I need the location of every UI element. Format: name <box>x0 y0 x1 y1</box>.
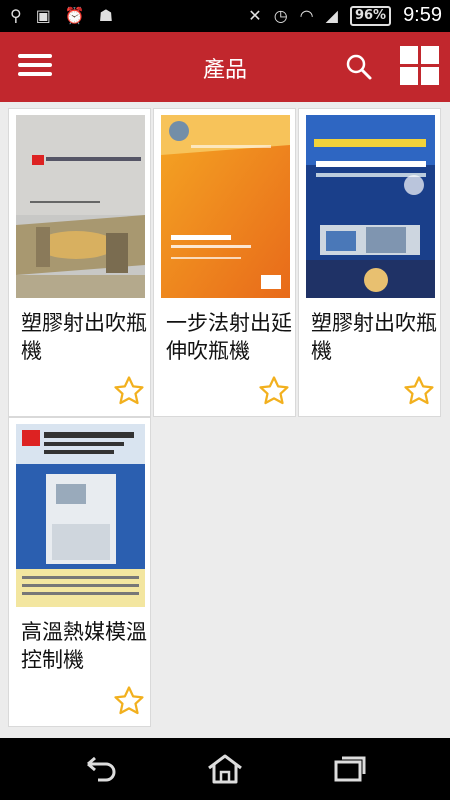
app-bar: 產品 <box>0 32 450 102</box>
system-nav-bar <box>0 738 450 800</box>
home-icon[interactable] <box>205 752 245 786</box>
alarm-icon: ⏰ <box>64 6 85 25</box>
image-icon: ▣ <box>35 6 51 25</box>
favorite-star-icon[interactable] <box>112 374 146 408</box>
usb-icon: ⚲ <box>10 6 22 25</box>
product-image <box>161 115 290 298</box>
battery-indicator: 96% <box>349 5 392 26</box>
android-icon: ☗ <box>98 6 114 25</box>
grid-view-icon[interactable] <box>400 46 440 86</box>
back-icon[interactable] <box>80 752 120 786</box>
page-title: 產品 <box>202 58 247 83</box>
mute-icon: ✕ <box>248 6 262 25</box>
search-icon[interactable] <box>344 52 374 82</box>
product-card[interactable]: 高溫熱媒模溫控制機 <box>8 417 151 727</box>
product-card[interactable]: 塑膠射出吹瓶機 <box>298 108 441 417</box>
status-bar: ⚲ ▣ ⏰ ☗ ✕ ◷ ◠ ◢ 96% 9:59 <box>0 0 450 32</box>
favorite-star-icon[interactable] <box>112 684 146 718</box>
product-card[interactable]: 塑膠射出吹瓶機 <box>8 108 151 417</box>
wifi-icon: ◠ <box>299 6 314 25</box>
product-name: 塑膠射出吹瓶機 <box>21 311 147 363</box>
product-name: 高溫熱媒模溫控制機 <box>21 620 147 672</box>
product-name: 一步法射出延伸吹瓶機 <box>166 311 292 363</box>
product-image <box>16 115 145 298</box>
signal-icon: ◢ <box>325 6 338 25</box>
product-grid: 塑膠射出吹瓶機 一步法射出延伸吹瓶機 塑膠射出吹瓶機 高溫熱媒模溫控制機 <box>0 102 450 738</box>
product-name: 塑膠射出吹瓶機 <box>311 311 437 363</box>
favorite-star-icon[interactable] <box>257 374 291 408</box>
recent-apps-icon[interactable] <box>330 752 370 786</box>
alarm-clock-icon: ◷ <box>273 6 288 25</box>
product-image <box>16 424 145 607</box>
product-image <box>306 115 435 298</box>
favorite-star-icon[interactable] <box>402 374 436 408</box>
clock: 9:59 <box>403 4 442 26</box>
product-card[interactable]: 一步法射出延伸吹瓶機 <box>153 108 296 417</box>
